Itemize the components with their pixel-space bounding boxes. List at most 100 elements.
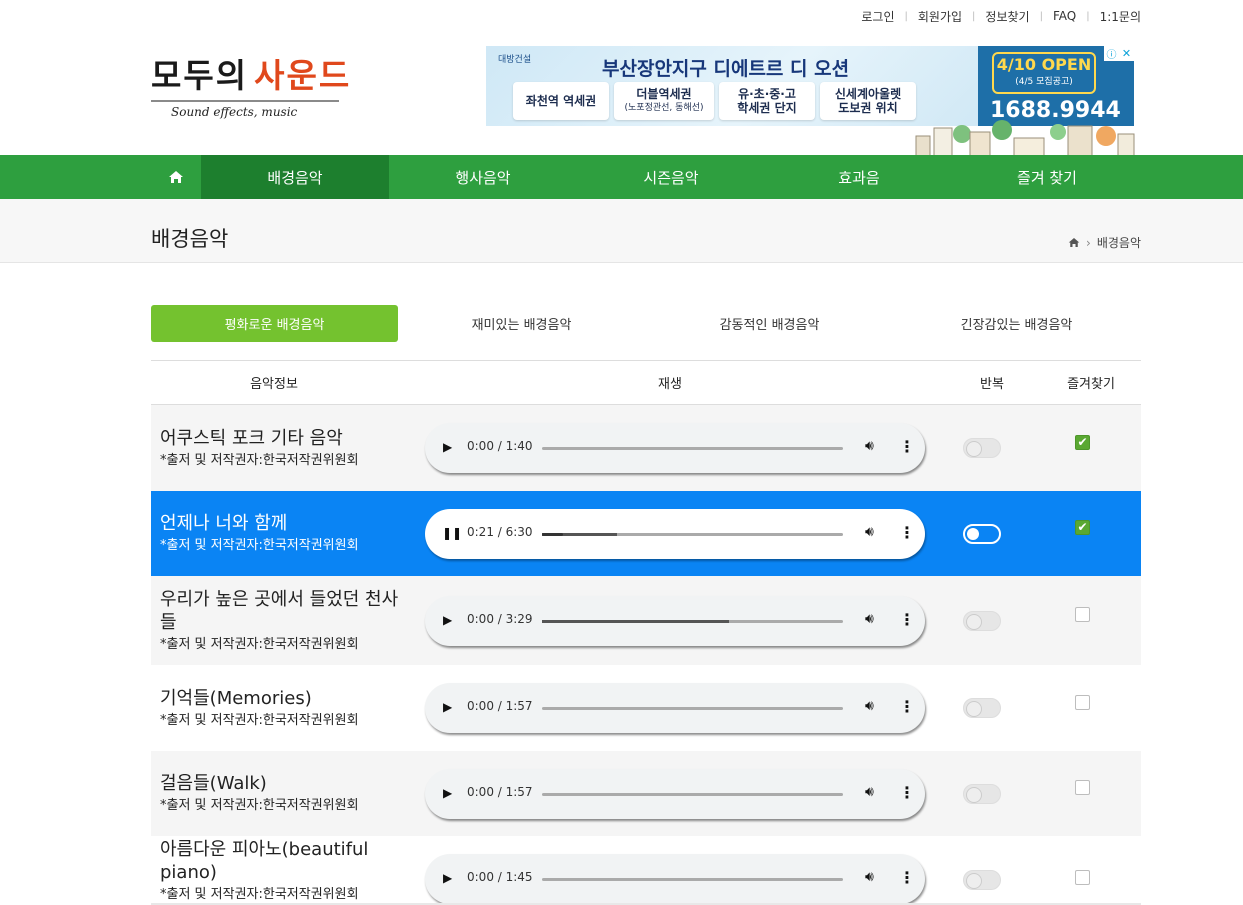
more-options-icon[interactable]: ⋮ (899, 697, 915, 716)
ad-chip: 좌천역 역세권 (513, 82, 609, 120)
header-favorite: 즐겨찾기 (1067, 377, 1115, 392)
tab-fun[interactable]: 재미있는 배경음악 (398, 305, 645, 342)
song-title: 기억들(Memories) (160, 687, 312, 709)
ad-brand: 대방건설 (498, 55, 532, 65)
nav-item-favorites[interactable]: 즐겨 찾기 (953, 155, 1141, 199)
ad-open-box: 4/10 OPEN (4/5 모집공고) (992, 52, 1096, 94)
main-nav: 배경음악 행사음악 시즌음악 효과음 즐겨 찾기 (0, 155, 1243, 199)
site-logo[interactable]: 모두의 사운드 Sound effects, music (151, 56, 349, 128)
nav-item-event-music[interactable]: 행사음악 (389, 155, 577, 199)
play-icon[interactable]: ▶ (443, 786, 452, 800)
table-row: 아름다운 피아노(beautiful piano) *출저 및 저작권자:한국저작… (151, 836, 1141, 905)
pause-icon[interactable]: ❚❚ (442, 526, 462, 540)
volume-icon[interactable]: 🔊︎ (865, 611, 874, 627)
repeat-toggle[interactable] (963, 524, 1001, 544)
login-link[interactable]: 로그인 (851, 8, 904, 25)
song-title: 걸음들(Walk) (160, 773, 267, 794)
repeat-toggle[interactable] (963, 784, 1001, 804)
song-credit: *출저 및 저작권자:한국저작권위원회 (160, 636, 359, 652)
top-utility-links: 로그인 | 회원가입 | 정보찾기 | FAQ | 1:1문의 (851, 6, 1141, 26)
song-credit: *출저 및 저작권자:한국저작권위원회 (160, 798, 359, 813)
music-info: 기억들(Memories) *출저 및 저작권자:한국저작권위원회 (160, 665, 410, 751)
song-title: 어쿠스틱 포크 기타 음악 (160, 427, 343, 449)
volume-icon[interactable]: 🔊︎ (865, 438, 874, 454)
audio-player[interactable]: ▶ 0:00 / 1:40 🔊︎ ⋮ (425, 423, 925, 473)
ad-chip: 더블역세권 (노포정관선, 동해선) (614, 82, 714, 120)
home-icon[interactable] (151, 155, 201, 199)
nav-item-sound-effects[interactable]: 효과음 (765, 155, 953, 199)
repeat-toggle[interactable] (963, 438, 1001, 458)
more-options-icon[interactable]: ⋮ (899, 783, 915, 802)
audio-player[interactable]: ▶ 0:00 / 1:57 🔊︎ ⋮ (425, 683, 925, 733)
progress-slider[interactable] (542, 533, 843, 536)
time-display: 0:00 / 1:40 (467, 439, 533, 453)
favorite-checkbox[interactable] (1075, 695, 1090, 710)
logo-tagline: Sound effects, music (171, 105, 298, 119)
volume-icon[interactable]: 🔊︎ (865, 869, 874, 885)
progress-slider[interactable] (542, 447, 843, 450)
signup-link[interactable]: 회원가입 (908, 8, 972, 25)
ad-chip: 유·초·중·고 학세권 단지 (719, 82, 815, 120)
music-info: 아름다운 피아노(beautiful piano) *출저 및 저작권자:한국저작… (160, 836, 410, 905)
logo-underline (151, 100, 339, 102)
song-credit: *출저 및 저작권자:한국저작권위원회 (160, 886, 359, 902)
music-info: 우리가 높은 곳에서 들었던 천사들 *출저 및 저작권자:한국저작권위원회 (160, 576, 410, 665)
ad-close-icon[interactable]: ✕ (1119, 46, 1134, 61)
more-options-icon[interactable]: ⋮ (899, 610, 915, 629)
nav-item-bgm[interactable]: 배경음악 (201, 155, 389, 199)
nav-item-season-music[interactable]: 시즌음악 (577, 155, 765, 199)
play-icon[interactable]: ▶ (443, 613, 452, 627)
faq-link[interactable]: FAQ (1043, 9, 1086, 23)
page-header: 배경음악 › 배경음악 (0, 199, 1243, 263)
volume-icon[interactable]: 🔊︎ (865, 784, 874, 800)
logo-text: 모두의 사운드 (151, 56, 351, 96)
tab-tense[interactable]: 긴장감있는 배경음악 (893, 305, 1140, 342)
more-options-icon[interactable]: ⋮ (899, 868, 915, 887)
logo-part1: 모두의 (151, 56, 249, 95)
more-options-icon[interactable]: ⋮ (899, 523, 915, 542)
progress-slider[interactable] (542, 793, 843, 796)
audio-player[interactable]: ▶ 0:00 / 3:29 🔊︎ ⋮ (425, 596, 925, 646)
song-title: 아름다운 피아노(beautiful piano) (160, 838, 369, 883)
audio-player[interactable]: ▶ 0:00 / 1:57 🔊︎ ⋮ (425, 769, 925, 819)
progress-slider[interactable] (542, 620, 843, 623)
audio-player[interactable]: ▶ 0:00 / 1:45 🔊︎ ⋮ (425, 854, 925, 904)
town-illustration (915, 120, 1135, 156)
song-title: 우리가 높은 곳에서 들었던 천사들 (160, 588, 399, 633)
home-icon[interactable] (1068, 237, 1080, 248)
table-row: 기억들(Memories) *출저 및 저작권자:한국저작권위원회 ▶ 0:00 / … (151, 665, 1141, 751)
header-repeat: 반복 (980, 377, 1004, 392)
play-icon[interactable]: ▶ (443, 871, 452, 885)
ad-open-date: 4/10 OPEN (996, 55, 1092, 74)
time-display: 0:00 / 1:45 (467, 870, 533, 884)
volume-icon[interactable]: 🔊︎ (865, 524, 874, 540)
tab-moving[interactable]: 감동적인 배경음악 (646, 305, 893, 342)
table-header: 음악정보 재생 반복 즐겨찾기 (151, 360, 1141, 405)
time-display: 0:00 / 1:57 (467, 699, 533, 713)
repeat-toggle[interactable] (963, 611, 1001, 631)
repeat-toggle[interactable] (963, 870, 1001, 890)
inquiry-link[interactable]: 1:1문의 (1090, 8, 1141, 25)
music-info: 언제나 너와 함께 *출저 및 저작권자:한국저작권위원회 (160, 491, 410, 576)
progress-slider[interactable] (542, 707, 843, 710)
find-account-link[interactable]: 정보찾기 (975, 8, 1039, 25)
progress-slider[interactable] (542, 878, 843, 881)
song-credit: *출저 및 저작권자:한국저작권위원회 (160, 712, 359, 728)
more-options-icon[interactable]: ⋮ (899, 437, 915, 456)
favorite-checkbox[interactable]: ✔ (1075, 520, 1090, 535)
repeat-toggle[interactable] (963, 698, 1001, 718)
audio-player[interactable]: ❚❚ 0:21 / 6:30 🔊︎ ⋮ (425, 509, 925, 559)
favorite-checkbox[interactable] (1075, 780, 1090, 795)
ad-info-icon[interactable]: ⓘ (1104, 46, 1119, 61)
breadcrumb: › 배경음악 (1068, 234, 1141, 251)
favorite-checkbox[interactable] (1075, 870, 1090, 885)
favorite-checkbox[interactable]: ✔ (1075, 435, 1090, 450)
ad-banner[interactable]: 대방건설 부산장안지구 디에트르 디 오션 좌천역 역세권 더블역세권 (노포정관… (486, 46, 1134, 126)
music-info: 걸음들(Walk) *출저 및 저작권자:한국저작권위원회 (160, 751, 410, 836)
play-icon[interactable]: ▶ (443, 700, 452, 714)
volume-icon[interactable]: 🔊︎ (865, 698, 874, 714)
play-icon[interactable]: ▶ (443, 440, 452, 454)
favorite-checkbox[interactable] (1075, 607, 1090, 622)
music-info: 어쿠스틱 포크 기타 음악 *출저 및 저작권자:한국저작권위원회 (160, 405, 410, 491)
tab-peaceful[interactable]: 평화로운 배경음악 (151, 305, 398, 342)
